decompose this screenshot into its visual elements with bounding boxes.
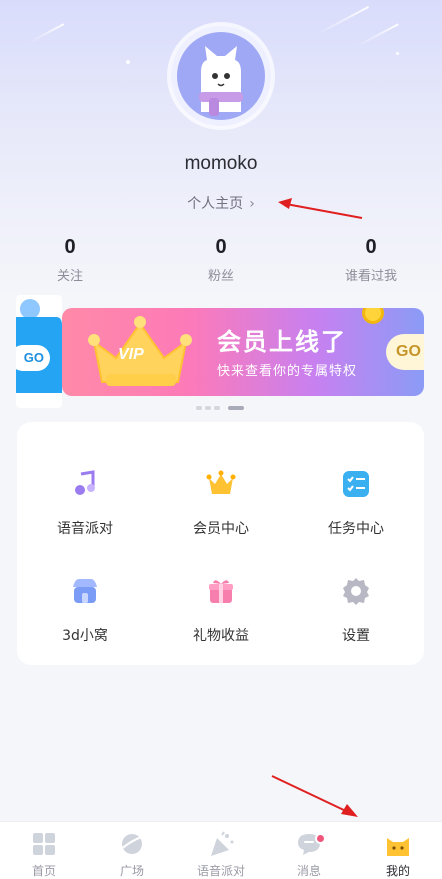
gift-icon <box>209 580 233 603</box>
carousel-dot-active <box>228 406 244 410</box>
menu-item-vip-center[interactable]: 会员中心 <box>153 432 289 542</box>
stat-label: 谁看过我 <box>344 269 397 284</box>
carousel-dot <box>205 406 211 410</box>
tab-label: 广场 <box>119 864 144 878</box>
personal-homepage-label: 个人主页 <box>187 196 244 212</box>
stat-value: 0 <box>215 236 227 258</box>
tab-label: 语音派对 <box>196 864 245 878</box>
stat-value: 0 <box>64 236 76 258</box>
carousel-dot <box>196 406 202 410</box>
personal-homepage-link[interactable]: 个人主页 › <box>0 193 442 213</box>
decor-streak <box>29 23 65 43</box>
carousel-dot <box>214 406 220 410</box>
banner-previous-slide[interactable]: GO <box>16 295 62 408</box>
vip-banner[interactable]: VIP 会员上线了 快来查看你的专属特权 GO <box>62 308 424 396</box>
menu-item-3d-home[interactable]: 3d小窝 <box>17 539 153 649</box>
menu-item-task-center[interactable]: 任务中心 <box>288 432 424 542</box>
tab-home[interactable]: 首页 <box>0 822 88 879</box>
avatar[interactable] <box>171 26 271 126</box>
banner-subtitle: 快来查看你的专属特权 <box>217 364 358 379</box>
stat-label: 粉丝 <box>207 269 234 284</box>
banner-go-button[interactable]: GO <box>386 334 424 370</box>
decor-streak <box>315 6 369 36</box>
menu-item-label: 任务中心 <box>328 521 384 537</box>
gear-icon <box>343 578 369 605</box>
vip-badge-text: VIP <box>118 346 144 363</box>
decor-star <box>396 52 399 55</box>
grid-icon <box>33 833 55 855</box>
stat-following[interactable]: 0 关注 <box>10 236 130 284</box>
store-icon <box>73 579 97 603</box>
decor-streak <box>357 23 399 47</box>
annotation-arrow <box>271 775 358 817</box>
menu-item-label: 语音派对 <box>57 521 113 537</box>
stat-value: 0 <box>365 236 377 258</box>
tab-mine[interactable]: 我的 <box>354 822 442 879</box>
menu-item-label: 礼物收益 <box>193 628 249 644</box>
music-note-icon <box>75 470 95 495</box>
menu-item-label: 会员中心 <box>193 521 249 537</box>
username: momoko <box>184 153 258 174</box>
menu-item-gift-income[interactable]: 礼物收益 <box>153 539 289 649</box>
planet-icon <box>119 834 145 854</box>
tab-label: 首页 <box>31 864 56 878</box>
checklist-icon <box>343 471 369 497</box>
stat-label: 关注 <box>56 269 83 284</box>
stat-visitors[interactable]: 0 谁看过我 <box>311 236 431 284</box>
menu-item-label: 3d小窝 <box>62 628 108 644</box>
decor-star <box>126 60 130 64</box>
crown-icon <box>206 470 236 494</box>
feature-menu-card: 语音派对 会员中心 任务中心 3d小窝 礼物收益 设置 <box>17 422 424 665</box>
avatar-cat-icon <box>199 46 243 116</box>
banner-previous-go-label: GO <box>23 350 44 365</box>
bottom-tab-bar: 首页 广场 语音派对 消息 我的 <box>0 821 442 879</box>
stats-row: 0 关注 0 粉丝 0 谁看过我 <box>0 236 442 292</box>
tab-voice-party[interactable]: 语音派对 <box>177 822 265 879</box>
menu-item-settings[interactable]: 设置 <box>288 539 424 649</box>
tab-square[interactable]: 广场 <box>88 822 176 879</box>
tab-label: 我的 <box>385 864 410 878</box>
banner-previous-go-button: GO <box>16 345 50 371</box>
party-popper-icon <box>211 831 234 856</box>
chevron-right-icon: › <box>249 196 255 212</box>
coin-icon <box>362 308 384 324</box>
menu-item-voice-party[interactable]: 语音派对 <box>17 432 153 542</box>
stat-fans[interactable]: 0 粉丝 <box>161 236 281 284</box>
tab-messages[interactable]: 消息 <box>265 822 353 879</box>
banner-title: 会员上线了 <box>217 328 347 356</box>
menu-item-label: 设置 <box>342 628 370 644</box>
crown-badge-icon <box>88 316 192 386</box>
unread-badge <box>315 833 326 844</box>
tab-label: 消息 <box>296 864 321 878</box>
cat-face-icon <box>387 838 409 856</box>
